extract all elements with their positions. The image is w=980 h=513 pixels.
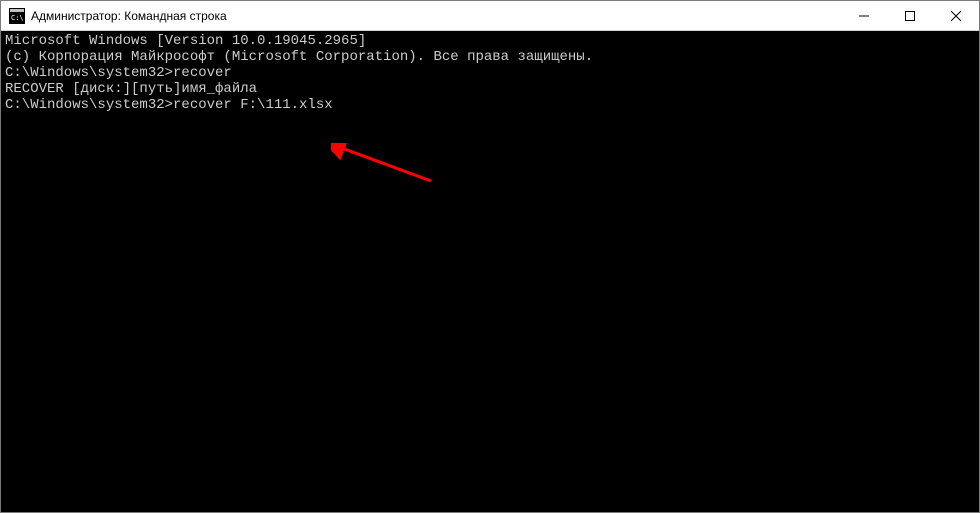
maximize-button[interactable] <box>887 1 933 31</box>
close-button[interactable] <box>933 1 979 31</box>
minimize-button[interactable] <box>841 1 887 31</box>
titlebar[interactable]: C:\ Администратор: Командная строка <box>1 1 979 31</box>
terminal-area[interactable]: Microsoft Windows [Version 10.0.19045.29… <box>1 31 979 512</box>
window-controls <box>841 1 979 30</box>
cmd-icon: C:\ <box>9 8 25 24</box>
terminal-line: C:\Windows\system32>recover F:\111.xlsx <box>5 97 975 113</box>
terminal-line: RECOVER [диск:][путь]имя_файла <box>5 81 975 97</box>
terminal-line: Microsoft Windows [Version 10.0.19045.29… <box>5 33 975 49</box>
terminal-line: C:\Windows\system32>recover <box>5 65 975 81</box>
window-title: Администратор: Командная строка <box>31 9 841 23</box>
terminal-line: (c) Корпорация Майкрософт (Microsoft Cor… <box>5 49 975 65</box>
command-prompt-window: C:\ Администратор: Командная строка Micr… <box>0 0 980 513</box>
annotation-arrow-icon <box>331 143 441 198</box>
svg-text:C:\: C:\ <box>11 14 24 22</box>
